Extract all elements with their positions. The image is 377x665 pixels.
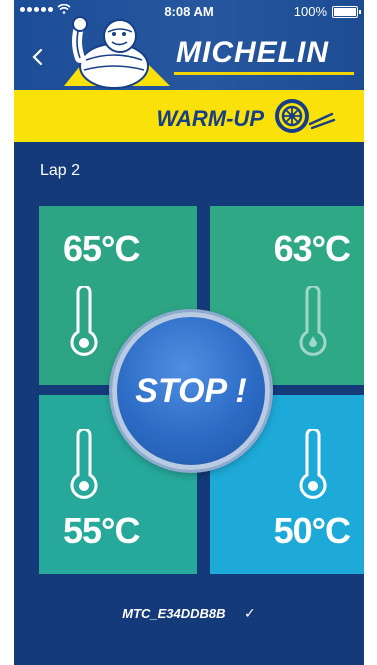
brand-logo-text: MICHELIN [176,36,329,69]
bibendum-mascot-icon [64,16,170,89]
check-icon: ✓ [244,605,256,621]
battery-area: 100% [293,4,361,19]
brand-underline [174,72,354,75]
tire-temperature-front-right: 63°C [273,228,351,269]
thermometer-icon [70,286,98,356]
battery-icon [332,5,361,18]
tire-wheel-icon [275,99,336,133]
thermometer-icon [299,286,327,356]
tire-temperature-front-left: 65°C [63,228,140,269]
mode-label: WARM-UP [156,106,264,131]
battery-percent: 100% [293,4,327,19]
device-id: MTC_E34DDB8B [122,606,226,621]
thermometer-icon [299,429,327,499]
tire-temperature-rear-left: 55°C [63,510,140,551]
stop-button[interactable]: STOP ! [112,312,270,470]
app-header: 8:08 AM 100% MICHELIN [14,0,364,90]
lap-counter: Lap 2 [40,162,81,179]
back-button[interactable] [22,44,52,74]
chevron-left-icon [32,48,43,66]
mode-banner: WARM-UP [14,90,364,142]
tire-temperature-rear-right: 50°C [273,510,351,551]
device-status-row: MTC_E34DDB8B ✓ [14,605,364,623]
thermometer-icon [70,429,98,499]
app-screen: 8:08 AM 100% MICHELIN WARM-UP Lap 2 65°C… [14,0,364,665]
